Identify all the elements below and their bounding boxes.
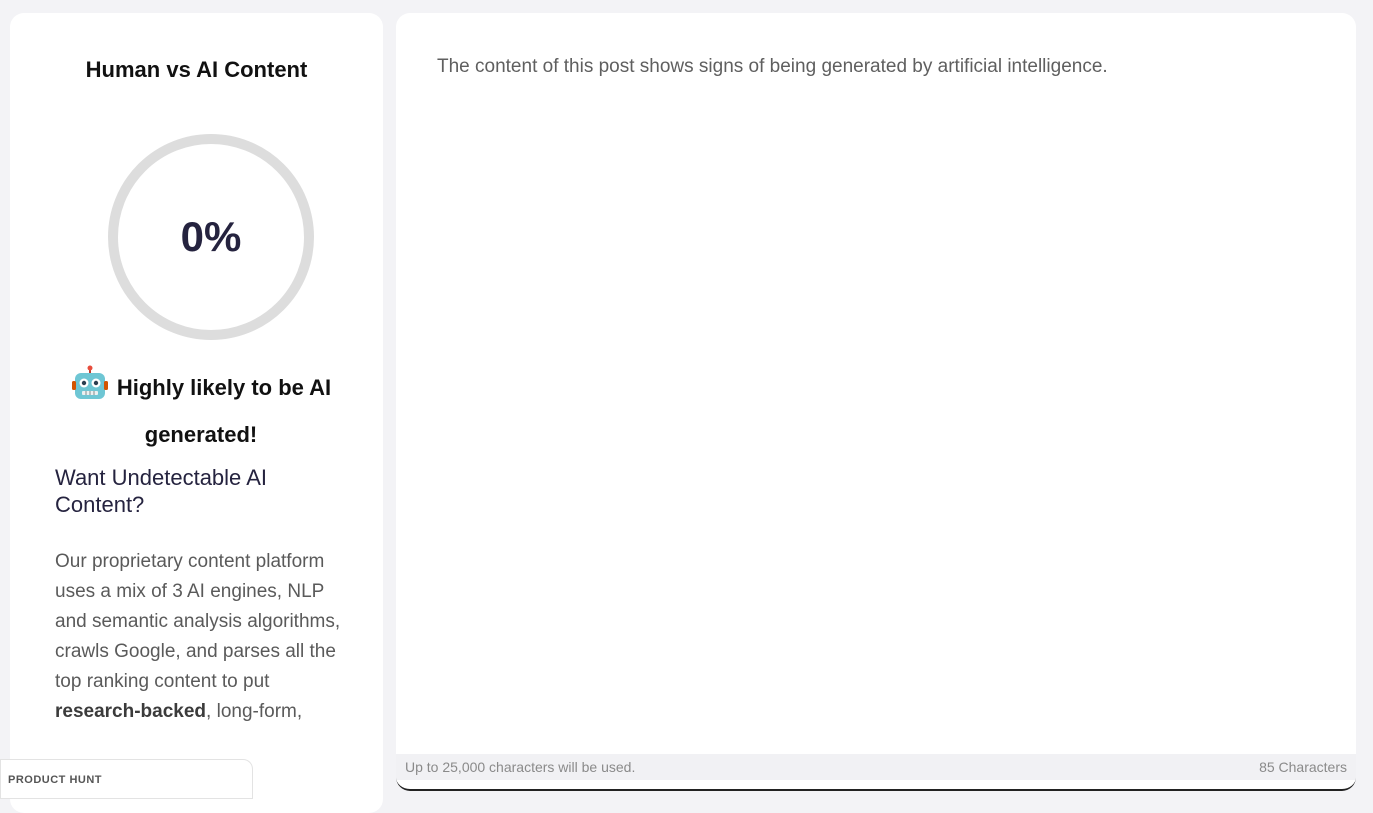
- robot-icon: [71, 365, 109, 415]
- promo-body: Our proprietary content platform uses a …: [55, 547, 345, 727]
- promo-heading: Want Undetectable AI Content?: [55, 465, 267, 517]
- panel-title: Human vs AI Content: [85, 57, 308, 82]
- verdict-text: Highly likely to be AI generated!: [116, 375, 332, 447]
- product-hunt-badge[interactable]: PRODUCT HUNT: [0, 759, 253, 799]
- detector-panel: Human vs AI Content 0% Highly likely to …: [10, 13, 383, 813]
- promo-body-tail: , long-form,: [206, 701, 303, 722]
- verdict-message: Highly likely to be AI generated!: [56, 365, 346, 454]
- product-hunt-label: PRODUCT HUNT: [8, 774, 102, 786]
- promo-body-lead: Our proprietary content platform uses a …: [55, 551, 341, 692]
- score-percentage: 0%: [180, 213, 242, 260]
- result-message: The content of this post shows signs of …: [437, 56, 1108, 77]
- result-panel: The content of this post shows signs of …: [396, 13, 1356, 791]
- text-footer-bar: Up to 25,000 characters will be used. 85…: [396, 754, 1356, 780]
- character-limit-note: Up to 25,000 characters will be used.: [405, 759, 636, 775]
- promo-body-bold: research-backed: [55, 701, 207, 722]
- character-count: 85 Characters: [1259, 759, 1347, 775]
